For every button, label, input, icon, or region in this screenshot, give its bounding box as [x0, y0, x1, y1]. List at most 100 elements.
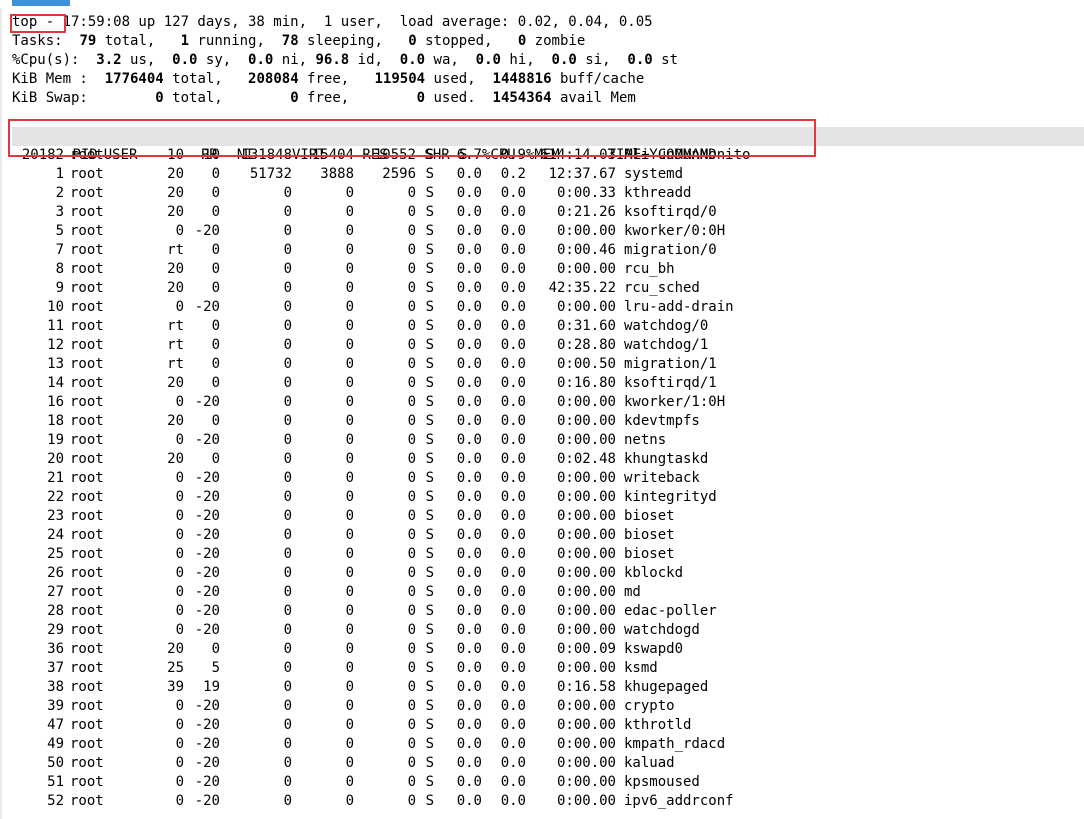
- cell-res: 0: [345, 774, 354, 790]
- cell-virt: 0: [283, 755, 292, 771]
- cell-command: bioset: [624, 508, 675, 524]
- cell-cpu: 0.0: [456, 413, 482, 429]
- table-row: 29 root 0 -20 0 0 0 S 0.0 0.0 0:00.00 watchdogd: [12, 621, 1084, 640]
- cell-user: root: [70, 356, 104, 372]
- cell-command: kpsmoused: [624, 774, 700, 790]
- cell-time: 0:00.00: [556, 508, 616, 524]
- cell-command: kdevtmpfs: [624, 413, 700, 429]
- cell-user: root: [70, 242, 104, 258]
- cell-state: S: [425, 451, 434, 467]
- cell-state: S: [425, 337, 434, 353]
- cell-ni: 0: [211, 641, 220, 657]
- cell-cpu: 0.0: [456, 774, 482, 790]
- cell-shr: 0: [407, 356, 416, 372]
- cell-mem: 0.9: [500, 147, 526, 163]
- cell-ni: 0: [211, 413, 220, 429]
- cell-time: 0:00.00: [556, 793, 616, 809]
- cell-pr: 0: [175, 394, 184, 410]
- cell-mem: 0.0: [500, 698, 526, 714]
- cell-pid: 23: [47, 508, 64, 524]
- cell-pid: 11: [47, 318, 64, 334]
- cell-virt: 0: [283, 375, 292, 391]
- cell-ni: -20: [194, 527, 220, 543]
- cell-ni: -20: [194, 698, 220, 714]
- cell-cpu: 0.0: [456, 394, 482, 410]
- cell-res: 0: [345, 603, 354, 619]
- cell-res: 0: [345, 337, 354, 353]
- cell-command: khungtaskd: [624, 451, 709, 467]
- cell-res: 0: [345, 280, 354, 296]
- cell-res: 0: [345, 470, 354, 486]
- tasks-line: Tasks: 79 total, 1 running, 78 sleeping,…: [12, 33, 586, 49]
- cell-pid: 50: [47, 755, 64, 771]
- cell-state: S: [425, 432, 434, 448]
- cell-mem: 0.0: [500, 793, 526, 809]
- cell-pid: 52: [47, 793, 64, 809]
- cell-pr: rt: [167, 242, 184, 258]
- cell-command: AliYunDunMonito: [624, 147, 751, 163]
- cell-user: root: [70, 793, 104, 809]
- terminal-tab-strip: [0, 0, 1084, 8]
- cell-res: 0: [345, 242, 354, 258]
- cell-command: watchdog/0: [624, 318, 709, 334]
- cell-time: 0:00.00: [556, 565, 616, 581]
- cell-ni: -20: [194, 508, 220, 524]
- cell-shr: 0: [407, 622, 416, 638]
- cell-cpu: 0.0: [456, 679, 482, 695]
- cell-res: 0: [345, 394, 354, 410]
- cell-virt: 0: [283, 736, 292, 752]
- cell-shr: 0: [407, 413, 416, 429]
- cell-cpu: 0.0: [456, 375, 482, 391]
- cell-ni: 0: [211, 318, 220, 334]
- cell-virt: 0: [283, 356, 292, 372]
- cell-mem: 0.0: [500, 641, 526, 657]
- cell-state: S: [425, 698, 434, 714]
- table-row: 38 root 39 19 0 0 0 S 0.0 0.0 0:16.58 khugepaged: [12, 678, 1084, 697]
- cell-res: 0: [345, 755, 354, 771]
- cell-mem: 0.0: [500, 546, 526, 562]
- cell-pid: 28: [47, 603, 64, 619]
- cell-shr: 0: [407, 337, 416, 353]
- cell-pid: 36: [47, 641, 64, 657]
- cell-virt: 0: [283, 413, 292, 429]
- cell-time: 0:00.00: [556, 394, 616, 410]
- cell-cpu: 0.0: [456, 451, 482, 467]
- cell-pr: 20: [167, 166, 184, 182]
- cell-time: 0:00.00: [556, 546, 616, 562]
- cell-user: root: [70, 299, 104, 315]
- cell-shr: 0: [407, 470, 416, 486]
- cell-pr: 0: [175, 470, 184, 486]
- cell-pid: 18: [47, 413, 64, 429]
- cell-state: S: [425, 641, 434, 657]
- cell-shr: 0: [407, 546, 416, 562]
- cell-pr: 0: [175, 432, 184, 448]
- table-row: 18 root 20 0 0 0 0 S 0.0 0.0 0:00.00 kdevtmpfs: [12, 412, 1084, 431]
- cell-res: 0: [345, 318, 354, 334]
- cell-shr: 0: [407, 698, 416, 714]
- table-row: 13 root rt 0 0 0 0 S 0.0 0.0 0:00.50 migration/1: [12, 355, 1084, 374]
- cell-state: S: [425, 603, 434, 619]
- cell-mem: 0.0: [500, 280, 526, 296]
- cell-virt: 0: [283, 641, 292, 657]
- cell-res: 0: [345, 508, 354, 524]
- cell-res: 0: [345, 356, 354, 372]
- uptime-line: top - 17:59:08 up 127 days, 38 min, 1 us…: [12, 14, 653, 30]
- cell-virt: 0: [283, 717, 292, 733]
- cell-time: 0:00.00: [556, 413, 616, 429]
- cell-res: 3888: [320, 166, 354, 182]
- cell-pr: 0: [175, 546, 184, 562]
- cell-state: S: [425, 755, 434, 771]
- cell-user: root: [70, 318, 104, 334]
- cell-pid: 1: [55, 166, 64, 182]
- cell-time: 0:02.48: [556, 451, 616, 467]
- active-session-tab[interactable]: [12, 0, 70, 6]
- table-row: 5 root 0 -20 0 0 0 S 0.0 0.0 0:00.00 kworker/0:0H: [12, 222, 1084, 241]
- table-row: 10 root 0 -20 0 0 0 S 0.0 0.0 0:00.00 lru-add-drain: [12, 298, 1084, 317]
- cell-time: 0:00.00: [556, 489, 616, 505]
- cell-shr: 0: [407, 565, 416, 581]
- cell-cpu: 0.0: [456, 641, 482, 657]
- cell-cpu: 0.0: [456, 242, 482, 258]
- cell-pid: 20: [47, 451, 64, 467]
- cell-cpu: 0.0: [456, 185, 482, 201]
- cell-pr: 0: [175, 223, 184, 239]
